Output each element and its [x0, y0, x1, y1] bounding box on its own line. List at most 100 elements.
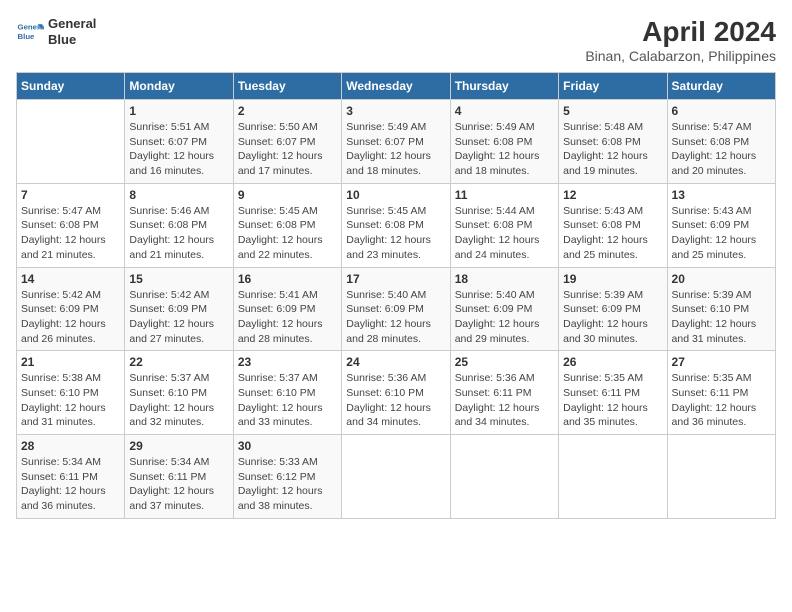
calendar-header-tuesday: Tuesday — [233, 73, 341, 100]
calendar-week-row: 28 Sunrise: 5:34 AM Sunset: 6:11 PM Dayli… — [17, 435, 776, 519]
calendar-week-row: 21 Sunrise: 5:38 AM Sunset: 6:10 PM Dayli… — [17, 351, 776, 435]
day-detail: Sunrise: 5:39 AM Sunset: 6:09 PM Dayligh… — [563, 288, 662, 347]
calendar-cell: 21 Sunrise: 5:38 AM Sunset: 6:10 PM Dayli… — [17, 351, 125, 435]
day-number: 3 — [346, 104, 445, 118]
calendar-cell — [450, 435, 558, 519]
svg-text:Blue: Blue — [18, 32, 36, 41]
day-detail: Sunrise: 5:36 AM Sunset: 6:10 PM Dayligh… — [346, 371, 445, 430]
day-detail: Sunrise: 5:43 AM Sunset: 6:09 PM Dayligh… — [672, 204, 771, 263]
calendar-cell: 2 Sunrise: 5:50 AM Sunset: 6:07 PM Daylig… — [233, 100, 341, 184]
calendar-cell: 25 Sunrise: 5:36 AM Sunset: 6:11 PM Dayli… — [450, 351, 558, 435]
day-detail: Sunrise: 5:37 AM Sunset: 6:10 PM Dayligh… — [238, 371, 337, 430]
day-number: 26 — [563, 355, 662, 369]
calendar-cell: 15 Sunrise: 5:42 AM Sunset: 6:09 PM Dayli… — [125, 267, 233, 351]
day-number: 28 — [21, 439, 120, 453]
calendar-cell: 1Sunrise: 5:51 AM Sunset: 6:07 PM Daylig… — [125, 100, 233, 184]
day-detail: Sunrise: 5:42 AM Sunset: 6:09 PM Dayligh… — [129, 288, 228, 347]
day-detail: Sunrise: 5:51 AM Sunset: 6:07 PM Dayligh… — [129, 120, 228, 179]
calendar-week-row: 14 Sunrise: 5:42 AM Sunset: 6:09 PM Dayli… — [17, 267, 776, 351]
page-title: April 2024 — [585, 16, 776, 48]
calendar-cell — [559, 435, 667, 519]
day-number: 21 — [21, 355, 120, 369]
calendar-cell: 17 Sunrise: 5:40 AM Sunset: 6:09 PM Dayli… — [342, 267, 450, 351]
calendar-cell: 14 Sunrise: 5:42 AM Sunset: 6:09 PM Dayli… — [17, 267, 125, 351]
calendar-cell: 12Sunrise: 5:43 AM Sunset: 6:08 PM Dayli… — [559, 183, 667, 267]
calendar-header-row: SundayMondayTuesdayWednesdayThursdayFrid… — [17, 73, 776, 100]
day-number: 13 — [672, 188, 771, 202]
calendar-cell: 4Sunrise: 5:49 AM Sunset: 6:08 PM Daylig… — [450, 100, 558, 184]
day-detail: Sunrise: 5:44 AM Sunset: 6:08 PM Dayligh… — [455, 204, 554, 263]
day-detail: Sunrise: 5:45 AM Sunset: 6:08 PM Dayligh… — [346, 204, 445, 263]
calendar-header-monday: Monday — [125, 73, 233, 100]
day-number: 17 — [346, 272, 445, 286]
day-number: 6 — [672, 104, 771, 118]
calendar-cell: 3 Sunrise: 5:49 AM Sunset: 6:07 PM Daylig… — [342, 100, 450, 184]
calendar-table: SundayMondayTuesdayWednesdayThursdayFrid… — [16, 72, 776, 519]
day-number: 30 — [238, 439, 337, 453]
day-number: 10 — [346, 188, 445, 202]
day-number: 14 — [21, 272, 120, 286]
day-detail: Sunrise: 5:41 AM Sunset: 6:09 PM Dayligh… — [238, 288, 337, 347]
day-number: 20 — [672, 272, 771, 286]
day-detail: Sunrise: 5:34 AM Sunset: 6:11 PM Dayligh… — [21, 455, 120, 514]
day-detail: Sunrise: 5:45 AM Sunset: 6:08 PM Dayligh… — [238, 204, 337, 263]
day-detail: Sunrise: 5:33 AM Sunset: 6:12 PM Dayligh… — [238, 455, 337, 514]
day-detail: Sunrise: 5:46 AM Sunset: 6:08 PM Dayligh… — [129, 204, 228, 263]
day-number: 5 — [563, 104, 662, 118]
calendar-cell: 26 Sunrise: 5:35 AM Sunset: 6:11 PM Dayli… — [559, 351, 667, 435]
day-detail: Sunrise: 5:47 AM Sunset: 6:08 PM Dayligh… — [672, 120, 771, 179]
calendar-cell — [342, 435, 450, 519]
day-detail: Sunrise: 5:35 AM Sunset: 6:11 PM Dayligh… — [563, 371, 662, 430]
day-number: 11 — [455, 188, 554, 202]
day-detail: Sunrise: 5:36 AM Sunset: 6:11 PM Dayligh… — [455, 371, 554, 430]
calendar-cell: 13 Sunrise: 5:43 AM Sunset: 6:09 PM Dayli… — [667, 183, 775, 267]
day-number: 27 — [672, 355, 771, 369]
day-detail: Sunrise: 5:35 AM Sunset: 6:11 PM Dayligh… — [672, 371, 771, 430]
day-number: 9 — [238, 188, 337, 202]
day-number: 23 — [238, 355, 337, 369]
logo-icon: General Blue — [16, 18, 44, 46]
day-number: 22 — [129, 355, 228, 369]
day-detail: Sunrise: 5:40 AM Sunset: 6:09 PM Dayligh… — [455, 288, 554, 347]
day-detail: Sunrise: 5:38 AM Sunset: 6:10 PM Dayligh… — [21, 371, 120, 430]
calendar-cell: 28 Sunrise: 5:34 AM Sunset: 6:11 PM Dayli… — [17, 435, 125, 519]
day-detail: Sunrise: 5:43 AM Sunset: 6:08 PM Dayligh… — [563, 204, 662, 263]
logo: General Blue General Blue — [16, 16, 96, 47]
title-block: April 2024 Binan, Calabarzon, Philippine… — [585, 16, 776, 64]
calendar-header-wednesday: Wednesday — [342, 73, 450, 100]
day-detail: Sunrise: 5:37 AM Sunset: 6:10 PM Dayligh… — [129, 371, 228, 430]
calendar-cell: 27 Sunrise: 5:35 AM Sunset: 6:11 PM Dayli… — [667, 351, 775, 435]
calendar-cell: 10 Sunrise: 5:45 AM Sunset: 6:08 PM Dayli… — [342, 183, 450, 267]
day-number: 16 — [238, 272, 337, 286]
calendar-cell — [17, 100, 125, 184]
calendar-cell: 20Sunrise: 5:39 AM Sunset: 6:10 PM Dayli… — [667, 267, 775, 351]
logo-text: General Blue — [48, 16, 96, 47]
calendar-cell: 19 Sunrise: 5:39 AM Sunset: 6:09 PM Dayli… — [559, 267, 667, 351]
calendar-cell — [667, 435, 775, 519]
day-number: 19 — [563, 272, 662, 286]
day-detail: Sunrise: 5:49 AM Sunset: 6:07 PM Dayligh… — [346, 120, 445, 179]
day-detail: Sunrise: 5:48 AM Sunset: 6:08 PM Dayligh… — [563, 120, 662, 179]
calendar-cell: 18 Sunrise: 5:40 AM Sunset: 6:09 PM Dayli… — [450, 267, 558, 351]
calendar-cell: 6 Sunrise: 5:47 AM Sunset: 6:08 PM Daylig… — [667, 100, 775, 184]
day-number: 25 — [455, 355, 554, 369]
day-number: 15 — [129, 272, 228, 286]
calendar-cell: 23 Sunrise: 5:37 AM Sunset: 6:10 PM Dayli… — [233, 351, 341, 435]
calendar-cell: 24 Sunrise: 5:36 AM Sunset: 6:10 PM Dayli… — [342, 351, 450, 435]
day-detail: Sunrise: 5:40 AM Sunset: 6:09 PM Dayligh… — [346, 288, 445, 347]
day-number: 2 — [238, 104, 337, 118]
logo-line1: General — [48, 16, 96, 32]
day-number: 24 — [346, 355, 445, 369]
calendar-cell: 5 Sunrise: 5:48 AM Sunset: 6:08 PM Daylig… — [559, 100, 667, 184]
calendar-header-sunday: Sunday — [17, 73, 125, 100]
day-number: 18 — [455, 272, 554, 286]
calendar-header-thursday: Thursday — [450, 73, 558, 100]
day-detail: Sunrise: 5:50 AM Sunset: 6:07 PM Dayligh… — [238, 120, 337, 179]
day-detail: Sunrise: 5:42 AM Sunset: 6:09 PM Dayligh… — [21, 288, 120, 347]
day-detail: Sunrise: 5:47 AM Sunset: 6:08 PM Dayligh… — [21, 204, 120, 263]
calendar-cell: 30 Sunrise: 5:33 AM Sunset: 6:12 PM Dayli… — [233, 435, 341, 519]
calendar-cell: 22 Sunrise: 5:37 AM Sunset: 6:10 PM Dayli… — [125, 351, 233, 435]
calendar-week-row: 7Sunrise: 5:47 AM Sunset: 6:08 PM Daylig… — [17, 183, 776, 267]
day-number: 29 — [129, 439, 228, 453]
day-detail: Sunrise: 5:34 AM Sunset: 6:11 PM Dayligh… — [129, 455, 228, 514]
